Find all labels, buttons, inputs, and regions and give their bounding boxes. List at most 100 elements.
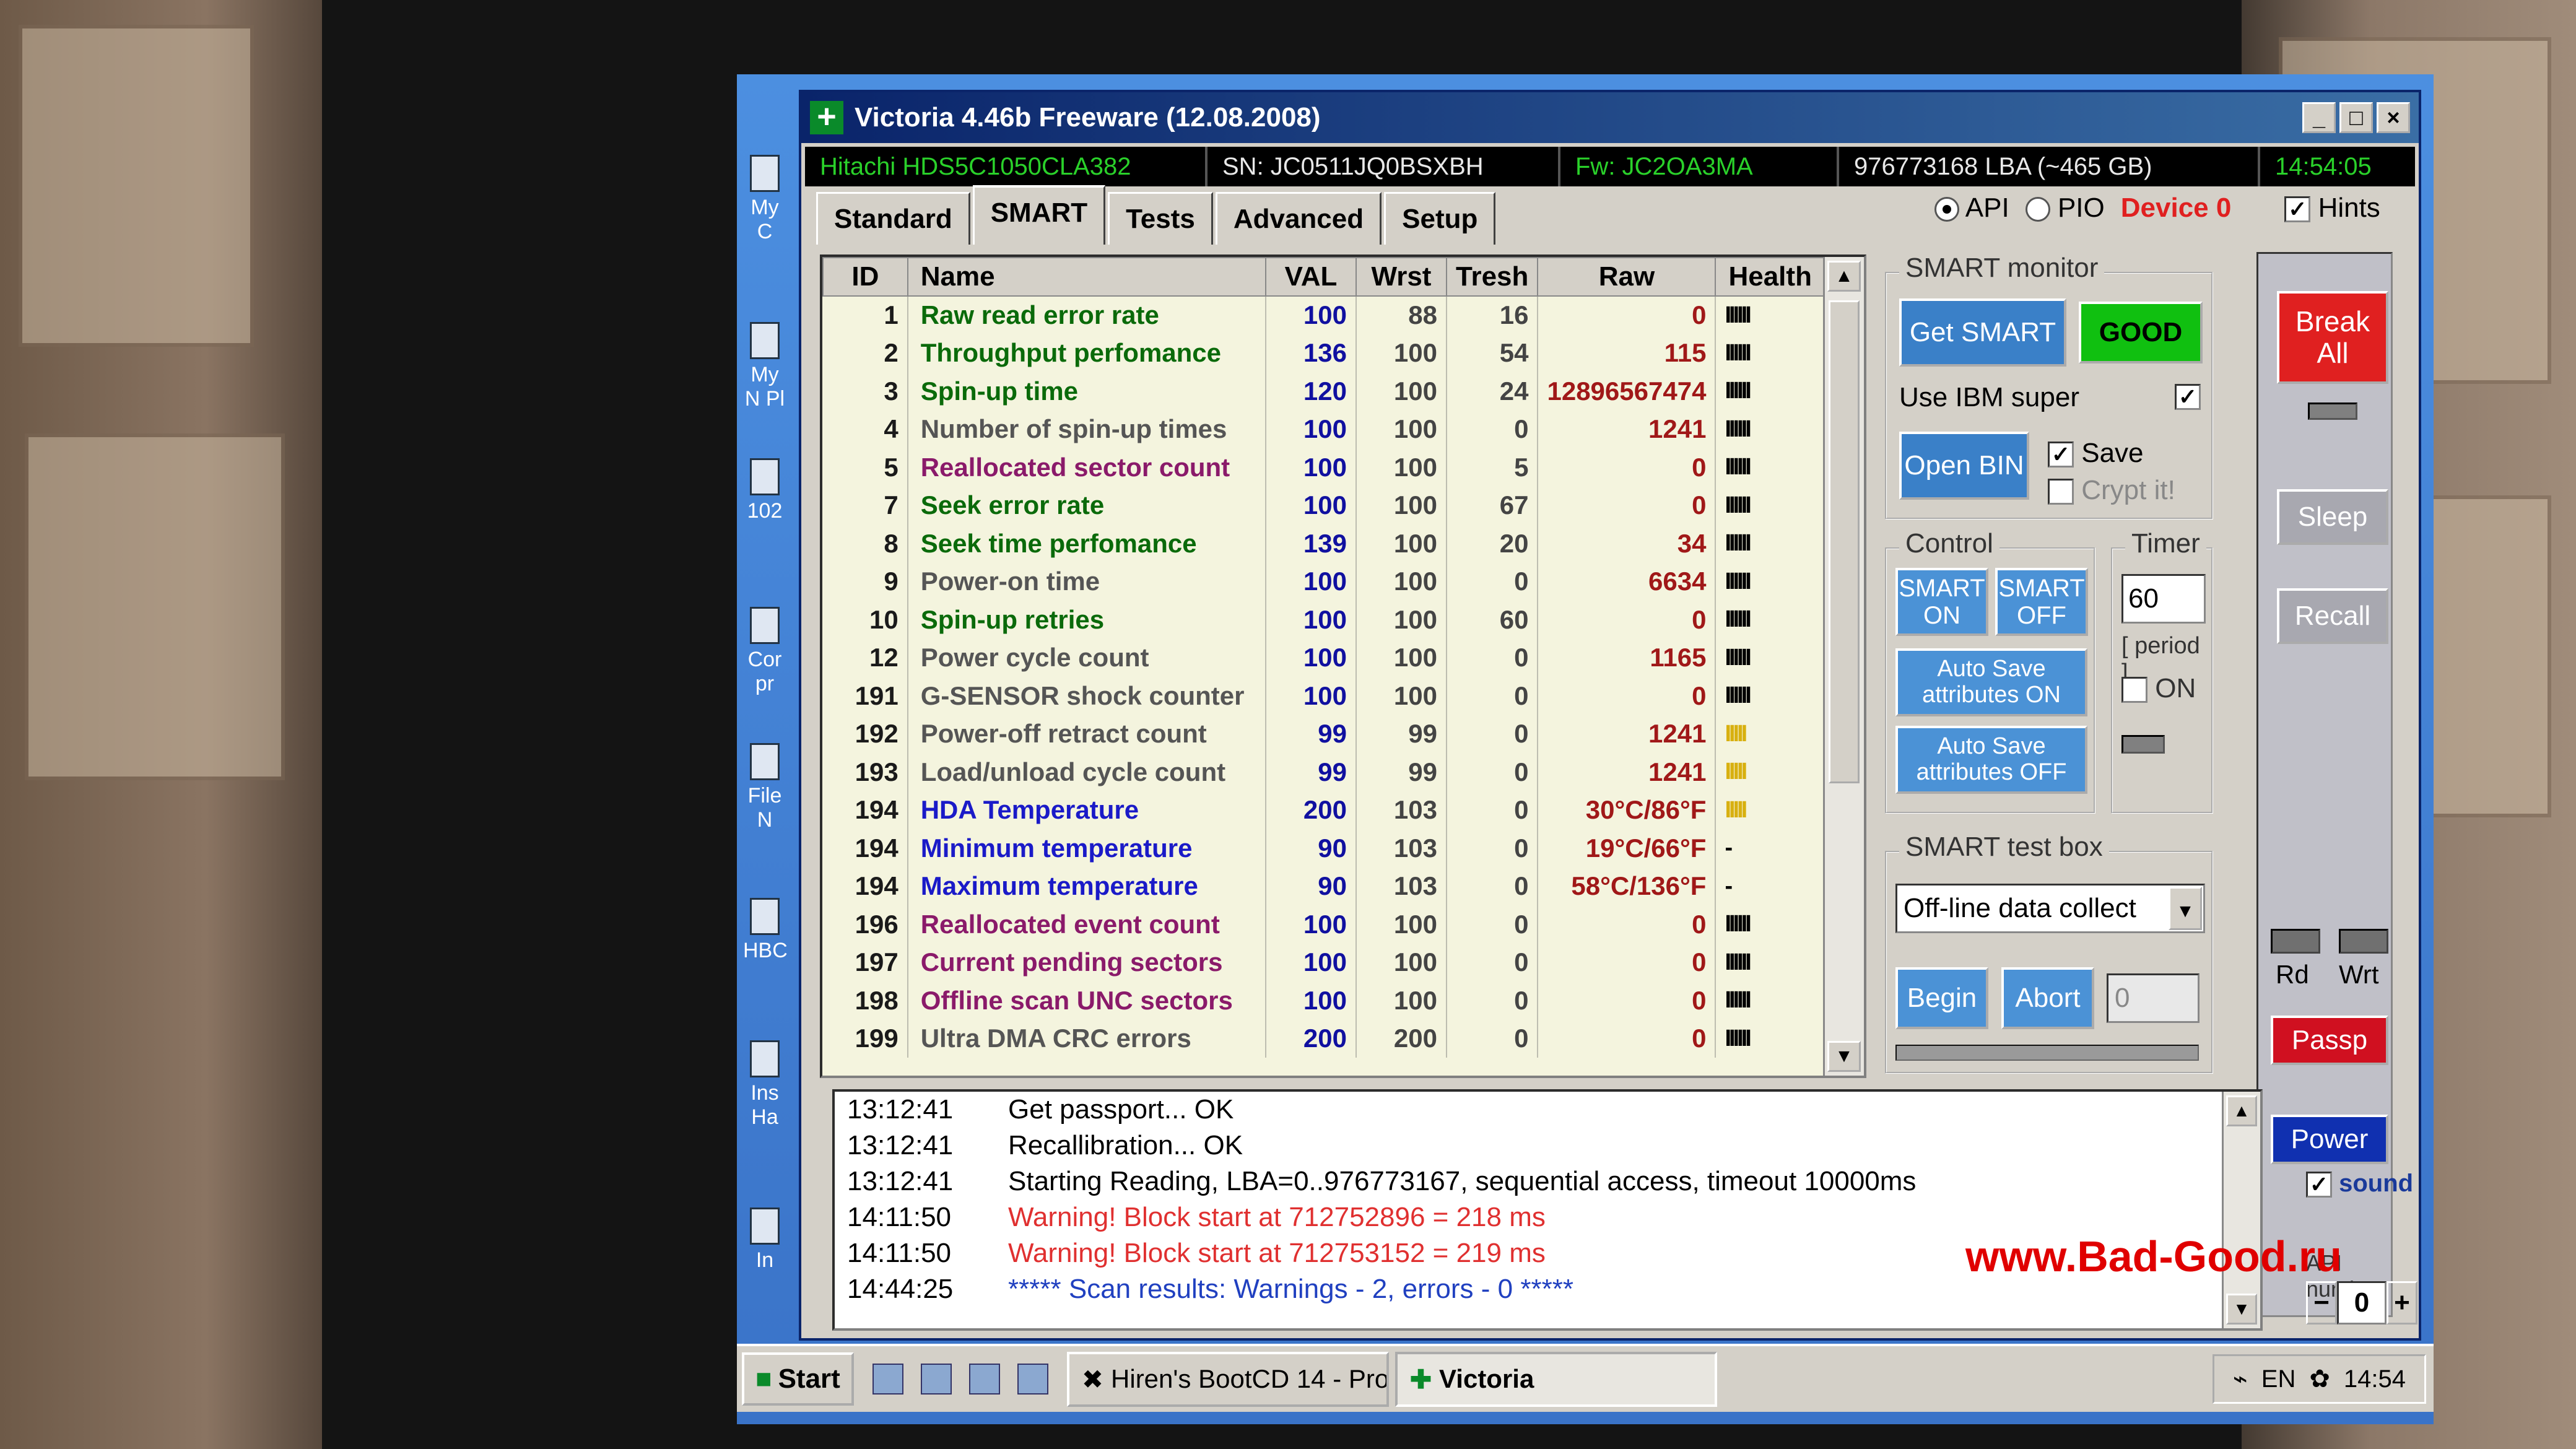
table-row[interactable]: 4 Number of spin-up times 100 100 0 1241 IIIII… (823, 410, 1825, 448)
increment-button[interactable]: + (2387, 1281, 2417, 1325)
hints-checkbox[interactable]: ✓ Hints (2284, 193, 2380, 224)
table-row[interactable]: 7 Seek error rate 100 100 67 0 IIIIII (823, 486, 1825, 524)
desktop-icon[interactable]: 102 (743, 458, 786, 523)
table-row[interactable]: 197 Current pending sectors 100 100 0 0 IIIIII (823, 943, 1825, 981)
api-radio[interactable]: API (1934, 193, 2009, 224)
table-row[interactable]: 1 Raw read error rate 100 88 16 0 IIIIII (823, 296, 1825, 334)
begin-button[interactable]: Begin (1895, 967, 1988, 1029)
quick-launch-icon[interactable] (1017, 1364, 1048, 1395)
crypt-checkbox[interactable]: Crypt it! (2048, 475, 2175, 506)
table-row[interactable]: 8 Seek time perfomance 139 100 20 34 IIIIII (823, 524, 1825, 563)
table-row[interactable]: 2 Throughput perfomance 136 100 54 115 IIIIII (823, 334, 1825, 372)
test-progress-input[interactable]: 0 (2107, 973, 2200, 1023)
desktop-icon[interactable]: File N (743, 743, 786, 832)
taskbar-item-victoria[interactable]: ✚ Victoria (1395, 1351, 1717, 1407)
chevron-down-icon[interactable]: ▼ (2169, 887, 2202, 930)
tab-standard[interactable]: Standard (816, 192, 970, 245)
table-row[interactable]: 191 G-SENSOR shock counter 100 100 0 0 IIIIII (823, 677, 1825, 715)
get-smart-button[interactable]: Get SMART (1899, 298, 2066, 367)
table-row[interactable]: 194 Minimum temperature 90 103 0 19°C/66°F - (823, 829, 1825, 868)
table-row[interactable]: 194 Maximum temperature 90 103 0 58°C/136°F - (823, 867, 1825, 905)
col-name[interactable]: Name (907, 257, 1266, 297)
table-row[interactable]: 193 Load/unload cycle count 99 99 0 1241 IIIII (823, 753, 1825, 791)
table-row[interactable]: 194 HDA Temperature 200 103 0 30°C/86°F IIIII (823, 791, 1825, 829)
quick-launch-icon[interactable] (872, 1364, 903, 1395)
title-bar[interactable]: + Victoria 4.46b Freeware (12.08.2008) _… (801, 92, 2419, 143)
smart-off-button[interactable]: SMART OFF (1995, 568, 2088, 636)
table-row[interactable]: 196 Reallocated event count 100 100 0 0 IIIIII (823, 905, 1825, 944)
col-id[interactable]: ID (822, 257, 908, 297)
log-scrollbar[interactable]: ▲ ▼ (2222, 1092, 2260, 1328)
taskbar-item-hirens[interactable]: ✖Hiren's BootCD 14 - Progr... (1066, 1351, 1389, 1407)
api-number-value[interactable]: 0 (2337, 1281, 2387, 1325)
cell-health: IIIIII (1715, 601, 1825, 639)
auto-save-on-button[interactable]: Auto Save attributes ON (1895, 648, 2087, 716)
timer-input[interactable]: 60 (2121, 574, 2206, 624)
use-ibm-checkbox[interactable]: ✓ (2175, 384, 2201, 410)
tab-tests[interactable]: Tests (1108, 192, 1213, 245)
start-button[interactable]: ■ Start (742, 1352, 854, 1406)
desktop-icon[interactable]: Ins Ha (743, 1040, 786, 1129)
desktop-icon[interactable]: My C (743, 155, 786, 244)
desktop-icon[interactable]: In (743, 1208, 786, 1273)
scroll-up-icon[interactable]: ▲ (1827, 261, 1861, 292)
table-row[interactable]: 3 Spin-up time 120 100 24 12896567474 IIIIII (823, 372, 1825, 411)
passp-button[interactable]: Passp (2271, 1016, 2388, 1065)
sound-checkbox[interactable]: ✓ sound (2306, 1170, 2413, 1198)
scroll-up-icon[interactable]: ▲ (2226, 1095, 2257, 1126)
break-all-button[interactable]: Break All (2277, 291, 2388, 384)
decrement-button[interactable]: − (2306, 1281, 2337, 1325)
pio-radio[interactable]: PIO (2025, 193, 2105, 224)
scroll-thumb[interactable] (1829, 300, 1860, 783)
table-row[interactable]: 12 Power cycle count 100 100 0 1165 IIIIII (823, 638, 1825, 677)
col-health[interactable]: Health (1715, 257, 1825, 297)
cell-val: 100 (1265, 943, 1357, 981)
table-scrollbar[interactable]: ▲ ▼ (1823, 257, 1864, 1076)
power-button[interactable]: Power (2271, 1115, 2388, 1164)
table-row[interactable]: 199 Ultra DMA CRC errors 200 200 0 0 IIIIII (823, 1019, 1825, 1058)
tray-app-icon[interactable]: ✿ (2309, 1365, 2330, 1393)
table-row[interactable]: 192 Power-off retract count 99 99 0 1241 IIIII (823, 715, 1825, 753)
network-icon[interactable]: ⌁ (2233, 1365, 2248, 1393)
scroll-down-icon[interactable]: ▼ (1827, 1041, 1861, 1072)
cell-val: 90 (1265, 867, 1357, 905)
sleep-button[interactable]: Sleep (2277, 489, 2388, 545)
scroll-down-icon[interactable]: ▼ (2226, 1294, 2257, 1325)
cell-tresh: 0 (1446, 943, 1539, 981)
cell-id: 194 (823, 867, 908, 905)
test-type-select[interactable]: Off-line data collect ▼ (1895, 884, 2205, 933)
tab-smart[interactable]: SMART (972, 185, 1106, 245)
tab-setup[interactable]: Setup (1384, 192, 1496, 245)
save-checkbox[interactable]: ✓ Save (2048, 438, 2144, 469)
close-button[interactable]: × (2377, 102, 2410, 133)
log-time: 14:44:25 (847, 1274, 954, 1304)
col-val[interactable]: VAL (1264, 257, 1357, 297)
smart-on-button[interactable]: SMART ON (1895, 568, 1988, 636)
col-tresh[interactable]: Tresh (1445, 257, 1539, 297)
cell-id: 192 (823, 715, 908, 753)
tab-advanced[interactable]: Advanced (1215, 192, 1382, 245)
table-row[interactable]: 198 Offline scan UNC sectors 100 100 0 0 IIIII… (823, 981, 1825, 1020)
table-row[interactable]: 9 Power-on time 100 100 0 6634 IIIIII (823, 562, 1825, 601)
api-number-stepper[interactable]: − 0 + (2306, 1281, 2417, 1325)
cell-name: Raw read error rate (907, 296, 1266, 334)
open-bin-button[interactable]: Open BIN (1899, 432, 2029, 500)
language-indicator[interactable]: EN (2261, 1365, 2296, 1393)
minimize-button[interactable]: _ (2302, 102, 2336, 133)
quick-launch-icon[interactable] (920, 1364, 952, 1395)
cell-tresh: 0 (1446, 638, 1539, 677)
desktop-icon[interactable]: HBC (743, 898, 788, 963)
timer-on-checkbox[interactable]: ON (2121, 673, 2196, 704)
quick-launch-icon[interactable] (968, 1364, 1000, 1395)
auto-save-off-button[interactable]: Auto Save attributes OFF (1895, 726, 2087, 794)
abort-button[interactable]: Abort (2001, 967, 2094, 1029)
maximize-button[interactable]: □ (2339, 102, 2373, 133)
desktop-icon[interactable]: Cor pr (743, 607, 786, 696)
col-raw[interactable]: Raw (1537, 257, 1717, 297)
table-row[interactable]: 10 Spin-up retries 100 100 60 0 IIIIII (823, 601, 1825, 639)
col-wrst[interactable]: Wrst (1355, 257, 1447, 297)
table-row[interactable]: 5 Reallocated sector count 100 100 5 0 IIIIII (823, 448, 1825, 487)
recall-button[interactable]: Recall (2277, 588, 2388, 644)
app-cross-icon: + (810, 100, 843, 134)
desktop-icon[interactable]: My N Pl (743, 322, 786, 411)
